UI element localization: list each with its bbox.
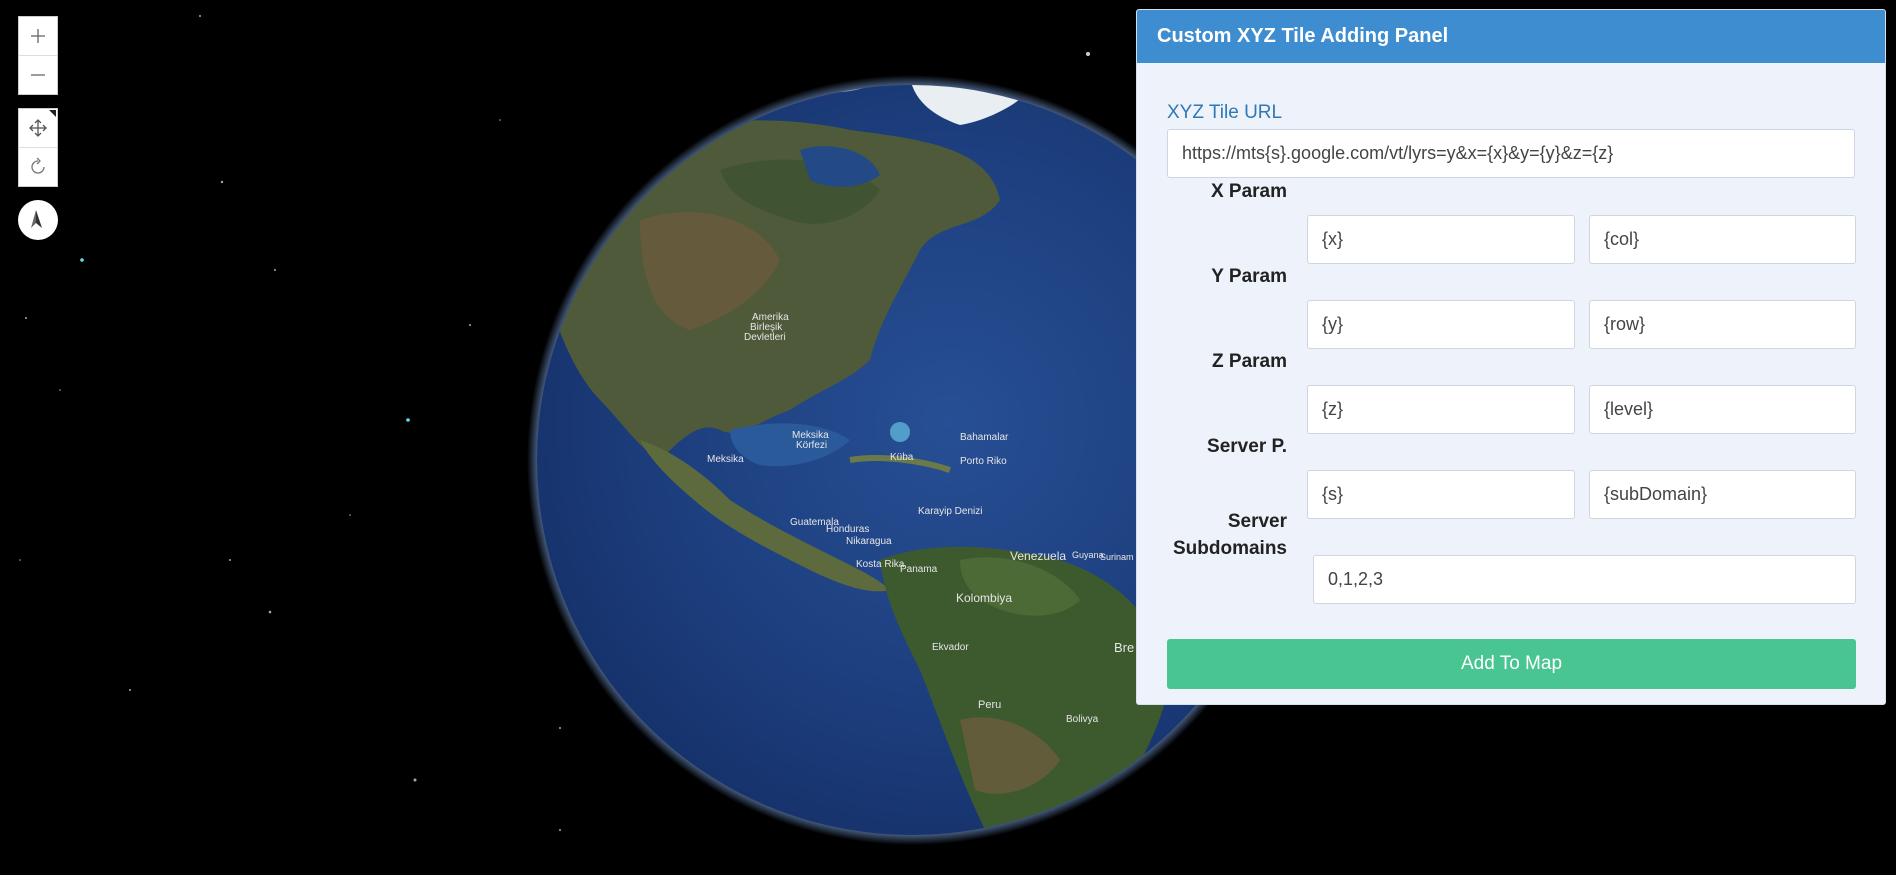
- map-label-meksika: Meksika: [707, 454, 744, 465]
- map-label-bolivya: Bolivya: [1066, 714, 1099, 725]
- map-label-honduras: Honduras: [826, 524, 869, 535]
- x-param-alias-input[interactable]: [1589, 215, 1856, 264]
- map-label-guyana: Guyana: [1072, 550, 1104, 560]
- map-label-porto-riko: Porto Riko: [960, 456, 1007, 467]
- server-param-input[interactable]: [1307, 470, 1575, 519]
- map-label-bahamalar: Bahamalar: [960, 432, 1009, 443]
- map-label-surinam: Surinam: [1100, 552, 1134, 562]
- map-label-nikaragua: Nikaragua: [846, 536, 892, 547]
- map-label-peru: Peru: [978, 699, 1001, 711]
- map-label-kosta-rika: Kosta Rika: [856, 559, 905, 570]
- corner-indicator: [49, 110, 56, 117]
- xyz-url-label: XYZ Tile URL: [1167, 102, 1283, 123]
- xyz-url-input[interactable]: [1167, 129, 1855, 178]
- move-arrows-icon: [29, 119, 47, 137]
- server-subdomains-label-line1: Server: [1227, 511, 1287, 532]
- map-viewport[interactable]: Amerika Birleşik Devletleri Meksika Meks…: [0, 0, 1896, 875]
- minus-icon: [31, 74, 45, 76]
- map-label-kuba: Küba: [890, 452, 914, 463]
- xyz-tile-panel: Custom XYZ Tile Adding Panel XYZ Tile UR…: [1136, 9, 1886, 705]
- pan-button[interactable]: [19, 109, 57, 148]
- map-label-brezilya: Bre: [1114, 640, 1134, 655]
- server-param-alias-input[interactable]: [1589, 470, 1856, 519]
- add-to-map-button[interactable]: Add To Map: [1167, 639, 1856, 689]
- x-param-input[interactable]: [1307, 215, 1575, 264]
- plus-icon: [31, 29, 45, 43]
- server-param-label: Server P.: [1207, 436, 1287, 457]
- map-label-kolombiya: Kolombiya: [956, 591, 1012, 605]
- rotate-button[interactable]: [19, 148, 57, 186]
- y-param-input[interactable]: [1307, 300, 1575, 349]
- z-param-alias-input[interactable]: [1589, 385, 1856, 434]
- server-subdomains-label-line2: Subdomains: [1172, 538, 1287, 559]
- map-label-karayip-denizi: Karayip Denizi: [918, 506, 982, 517]
- panel-title: Custom XYZ Tile Adding Panel: [1137, 10, 1885, 63]
- zoom-in-button[interactable]: [19, 17, 57, 56]
- x-param-label: X Param: [1210, 181, 1287, 202]
- map-label-ekvador: Ekvador: [932, 642, 969, 653]
- map-label-venezuela: Venezuela: [1010, 549, 1066, 563]
- server-subdomains-input[interactable]: [1313, 555, 1856, 604]
- map-label-meksika-korfezi-2: Körfezi: [796, 440, 827, 451]
- y-param-alias-input[interactable]: [1589, 300, 1856, 349]
- map-label-devletleri: Devletleri: [744, 332, 786, 343]
- compass-needle-icon: [31, 210, 42, 228]
- zoom-out-button[interactable]: [19, 56, 57, 94]
- y-param-label: Y Param: [1211, 266, 1287, 287]
- zoom-controls: [18, 16, 58, 95]
- rotate-icon: [31, 157, 45, 174]
- map-label-panama: Panama: [900, 564, 938, 575]
- navigation-controls: [18, 108, 58, 187]
- z-param-input[interactable]: [1307, 385, 1575, 434]
- z-param-label: Z Param: [1212, 351, 1287, 372]
- server-subdomains-label: Server Subdomains: [1137, 511, 1287, 560]
- compass-button[interactable]: [18, 200, 58, 240]
